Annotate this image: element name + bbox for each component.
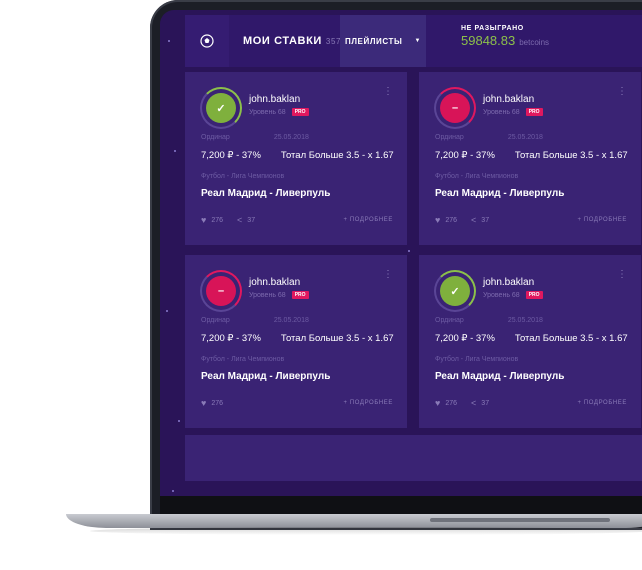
bet-card[interactable]: ⋮ ✓ john.baklan Уровень 68 PRO Ординар 25.…	[185, 72, 407, 245]
bet-odds: 7,200 ₽ - 37%	[435, 150, 495, 161]
match: Реал Мадрид - Ливерпуль	[435, 371, 565, 382]
details-link[interactable]: + ПОДРОБНЕЕ	[344, 400, 394, 406]
likes-count: 276	[445, 399, 458, 407]
heart-icon[interactable]: ♥	[435, 215, 440, 225]
league: Футбол - Лига Чемпионов	[435, 356, 519, 363]
balance-label: НЕ РАЗЫГРАНО	[461, 25, 524, 32]
username[interactable]: john.baklan	[483, 94, 543, 105]
soccer-ball-icon	[200, 34, 214, 48]
bet-market: Тотал Больше 3.5 - x 1.67	[514, 150, 628, 161]
likes-count: 276	[211, 399, 224, 407]
bet-card[interactable]: ⋮ ✓ john.baklan Уровень 68 PRO Ординар 25.…	[419, 255, 641, 428]
caret-down-icon: ▼	[414, 38, 422, 44]
pro-badge: PRO	[291, 108, 309, 116]
bet-odds: 7,200 ₽ - 37%	[435, 333, 495, 344]
match: Реал Мадрид - Ливерпуль	[435, 188, 565, 199]
logo[interactable]	[185, 15, 229, 67]
user-level: Уровень 68 PRO	[483, 291, 543, 299]
laptop-hinge	[430, 518, 610, 522]
league: Футбол - Лига Чемпионов	[201, 173, 285, 180]
balance-block: НЕ РАЗЫГРАНО 59848.83 betcoins	[461, 25, 549, 50]
more-options-icon[interactable]: ⋮	[617, 269, 627, 280]
more-options-icon[interactable]: ⋮	[383, 86, 393, 97]
check-icon: ✓	[440, 276, 470, 306]
username[interactable]: john.baklan	[249, 94, 309, 105]
share-icon[interactable]: <	[471, 398, 476, 408]
bet-date: 25.05.2018	[273, 317, 309, 324]
check-icon: ✓	[206, 93, 236, 123]
likes-count: 276	[445, 216, 458, 224]
balance-unit: betcoins	[519, 38, 550, 47]
heart-icon[interactable]: ♥	[435, 398, 440, 408]
username[interactable]: john.baklan	[249, 277, 309, 288]
league: Футбол - Лига Чемпионов	[201, 356, 285, 363]
app-screen: МОИ СТАВКИ 357 ПЛЕЙЛИСТЫ ▼ НЕ РАЗЫГРАНО 5…	[160, 10, 642, 515]
league: Футбол - Лига Чемпионов	[435, 173, 519, 180]
bet-type: Ординар	[201, 317, 230, 324]
bet-date: 25.05.2018	[507, 317, 543, 324]
more-options-icon[interactable]: ⋮	[617, 86, 627, 97]
bet-market: Тотал Больше 3.5 - x 1.67	[514, 333, 628, 344]
details-link[interactable]: + ПОДРОБНЕЕ	[578, 217, 628, 223]
shares-count: 37	[481, 399, 490, 407]
bet-type: Ординар	[201, 134, 230, 141]
bet-date: 25.05.2018	[273, 134, 309, 141]
status-ring: –	[434, 87, 476, 129]
share-icon[interactable]: <	[471, 215, 476, 225]
bets-count: 357	[325, 37, 342, 46]
playlists-dropdown[interactable]: ПЛЕЙЛИСТЫ ▼	[340, 15, 426, 67]
screen-bezel	[160, 496, 642, 516]
user-level: Уровень 68 PRO	[249, 108, 309, 116]
shares-count: 37	[247, 216, 256, 224]
pro-badge: PRO	[291, 291, 309, 299]
bet-odds: 7,200 ₽ - 37%	[201, 333, 261, 344]
page-title: МОИ СТАВКИ 357	[243, 35, 342, 47]
status-ring: ✓	[200, 87, 242, 129]
balance-value: 59848.83	[461, 33, 516, 48]
bet-type: Ординар	[435, 134, 464, 141]
top-bar: МОИ СТАВКИ 357 ПЛЕЙЛИСТЫ ▼ НЕ РАЗЫГРАНО 5…	[185, 15, 642, 67]
details-link[interactable]: + ПОДРОБНЕЕ	[578, 400, 628, 406]
minus-icon: –	[440, 93, 470, 123]
bet-market: Тотал Больше 3.5 - x 1.67	[280, 150, 394, 161]
bottom-panel	[185, 435, 642, 481]
share-icon[interactable]: <	[237, 215, 242, 225]
shares-count: 37	[481, 216, 490, 224]
heart-icon[interactable]: ♥	[201, 215, 206, 225]
match: Реал Мадрид - Ливерпуль	[201, 371, 331, 382]
pro-badge: PRO	[525, 291, 543, 299]
minus-icon: –	[206, 276, 236, 306]
username[interactable]: john.baklan	[483, 277, 543, 288]
bet-odds: 7,200 ₽ - 37%	[201, 150, 261, 161]
user-level: Уровень 68 PRO	[249, 291, 309, 299]
match: Реал Мадрид - Ливерпуль	[201, 188, 331, 199]
status-ring: ✓	[434, 270, 476, 312]
likes-count: 276	[211, 216, 224, 224]
pro-badge: PRO	[525, 108, 543, 116]
user-level: Уровень 68 PRO	[483, 108, 543, 116]
bet-date: 25.05.2018	[507, 134, 543, 141]
details-link[interactable]: + ПОДРОБНЕЕ	[344, 217, 394, 223]
bet-type: Ординар	[435, 317, 464, 324]
heart-icon[interactable]: ♥	[201, 398, 206, 408]
bet-card[interactable]: ⋮ – john.baklan Уровень 68 PRO Ординар 25.…	[185, 255, 407, 428]
status-ring: –	[200, 270, 242, 312]
laptop-shadow	[90, 527, 642, 535]
more-options-icon[interactable]: ⋮	[383, 269, 393, 280]
bet-market: Тотал Больше 3.5 - x 1.67	[280, 333, 394, 344]
bet-card[interactable]: ⋮ – john.baklan Уровень 68 PRO Ординар 25.…	[419, 72, 641, 245]
